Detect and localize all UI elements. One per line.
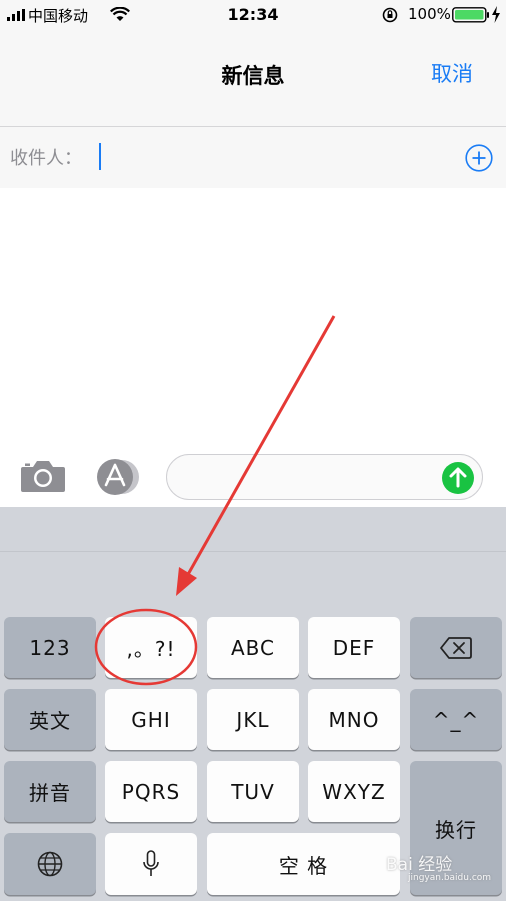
annotation-overlay bbox=[94, 315, 336, 686]
watermark: Bai 经验 jingyan.baidu.com bbox=[386, 855, 492, 883]
annotation-arrowhead bbox=[176, 567, 197, 596]
annotation-arrow bbox=[184, 315, 336, 579]
annotation-circle bbox=[94, 608, 198, 686]
